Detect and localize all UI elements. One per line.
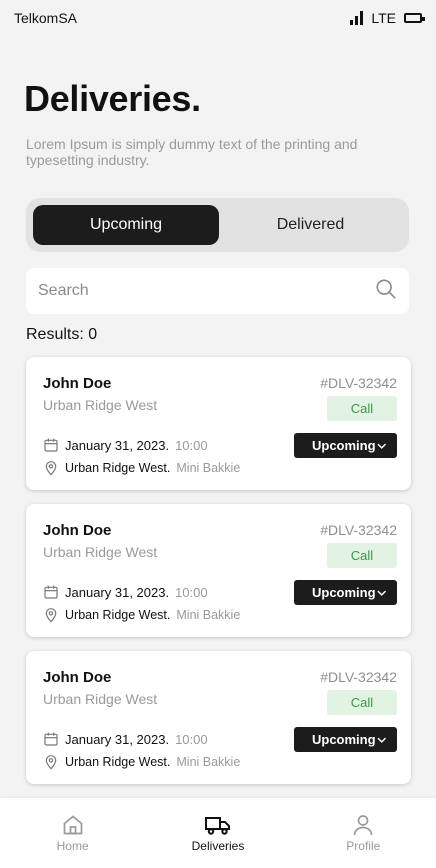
delivery-date-row: January 31, 2023. 10:00 [43, 437, 208, 453]
call-button[interactable]: Call [327, 543, 397, 568]
calendar-icon [44, 438, 58, 452]
tab-upcoming[interactable]: Upcoming [33, 205, 219, 245]
tab-delivered[interactable]: Delivered [219, 205, 402, 245]
delivery-time: 10:00 [175, 584, 208, 600]
delivery-date: January 31, 2023. [65, 731, 170, 747]
nav-item-profile[interactable]: Profile [323, 813, 403, 853]
nav-label: Profile [346, 839, 381, 853]
nav-label: Home [56, 839, 89, 853]
status-bar: TelkomSA LTE [0, 0, 436, 36]
delivery-date-row: January 31, 2023. 10:00 [43, 731, 208, 747]
chevron-down-icon [376, 737, 386, 743]
status-label: Upcoming [312, 732, 376, 747]
customer-name: John Doe [43, 522, 112, 539]
delivery-tabs: Upcoming Delivered [26, 198, 409, 252]
delivery-ref: #DLV-32342 [320, 669, 397, 685]
delivery-date-row: January 31, 2023. 10:00 [43, 584, 208, 600]
delivery-card[interactable]: John Doe Urban Ridge West #DLV-32342 Cal… [26, 504, 411, 637]
customer-name: John Doe [43, 375, 112, 392]
nav-item-home[interactable]: Home [33, 813, 113, 853]
delivery-card[interactable]: John Doe Urban Ridge West #DLV-32342 Cal… [26, 357, 411, 490]
chevron-down-icon [376, 590, 386, 596]
results-count: Results: 0 [26, 326, 98, 343]
battery-icon [404, 13, 425, 23]
status-label: Upcoming [312, 585, 376, 600]
delivery-location-row: Urban Ridge West. Mini Bakkie [43, 460, 240, 476]
chevron-down-icon [376, 443, 386, 449]
delivery-card[interactable]: John Doe Urban Ridge West #DLV-32342 Cal… [26, 651, 411, 784]
truck-icon [204, 817, 230, 835]
vehicle-type: Mini Bakkie [176, 608, 241, 622]
customer-area: Urban Ridge West [43, 544, 158, 560]
delivery-time: 10:00 [175, 437, 208, 453]
customer-area: Urban Ridge West [43, 397, 158, 413]
status-label: Upcoming [312, 438, 376, 453]
status-dropdown[interactable]: Upcoming [294, 727, 397, 752]
bottom-nav: Home Deliveries Profile [0, 798, 436, 868]
location-pin-icon [45, 461, 57, 476]
delivery-date: January 31, 2023. [65, 437, 170, 453]
page-description: Lorem Ipsum is simply dummy text of the … [26, 136, 358, 168]
user-icon [353, 815, 373, 836]
signal-icon [350, 11, 364, 25]
delivery-ref: #DLV-32342 [320, 522, 397, 538]
location-pin-icon [45, 608, 57, 623]
customer-area: Urban Ridge West [43, 691, 158, 707]
delivery-location: Urban Ridge West. [65, 608, 171, 622]
status-dropdown[interactable]: Upcoming [294, 580, 397, 605]
delivery-location-row: Urban Ridge West. Mini Bakkie [43, 754, 240, 770]
search-icon[interactable] [375, 278, 397, 305]
vehicle-type: Mini Bakkie [176, 755, 241, 769]
delivery-location-row: Urban Ridge West. Mini Bakkie [43, 607, 240, 623]
delivery-ref: #DLV-32342 [320, 375, 397, 391]
search-input[interactable] [38, 282, 375, 300]
customer-name: John Doe [43, 669, 112, 686]
delivery-date: January 31, 2023. [65, 584, 170, 600]
network-label: LTE [371, 10, 396, 26]
status-dropdown[interactable]: Upcoming [294, 433, 397, 458]
calendar-icon [44, 732, 58, 746]
vehicle-type: Mini Bakkie [176, 461, 241, 475]
delivery-time: 10:00 [175, 731, 208, 747]
carrier-label: TelkomSA [14, 10, 78, 26]
search-bar [26, 268, 409, 314]
delivery-location: Urban Ridge West. [65, 755, 171, 769]
delivery-location: Urban Ridge West. [65, 461, 171, 475]
location-pin-icon [45, 755, 57, 770]
call-button[interactable]: Call [327, 690, 397, 715]
calendar-icon [44, 585, 58, 599]
status-indicators: LTE [350, 10, 425, 26]
page-title: Deliveries. [24, 78, 201, 119]
nav-label: Deliveries [191, 839, 245, 853]
nav-item-deliveries[interactable]: Deliveries [178, 813, 258, 853]
home-icon [63, 815, 83, 835]
call-button[interactable]: Call [327, 396, 397, 421]
